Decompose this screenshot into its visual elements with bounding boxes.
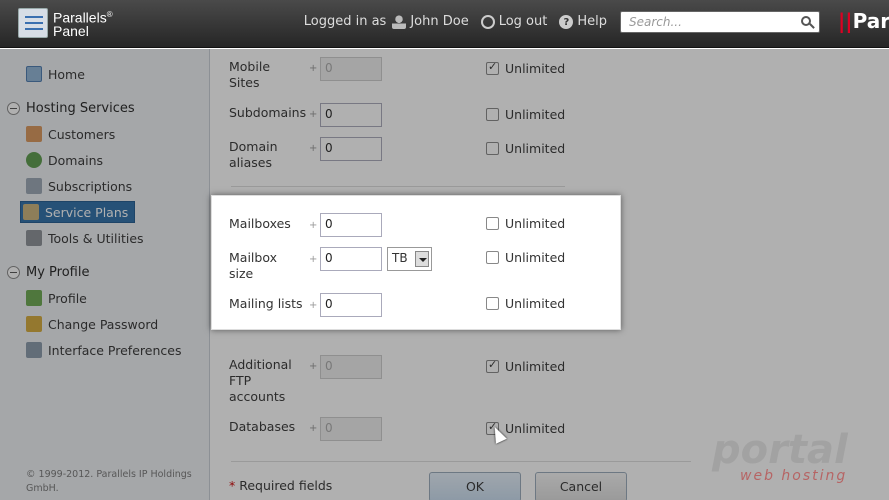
ftp-accounts-label: Additional FTP accounts (229, 357, 292, 404)
databases-label: Databases (229, 419, 296, 434)
mailbox-size-unlimited-checkbox[interactable] (486, 251, 499, 264)
unlimited-label: Unlimited (505, 359, 566, 374)
mailbox-size-unit-select[interactable]: TB (387, 247, 432, 271)
mailbox-size-input[interactable]: 0 (320, 247, 382, 271)
mailbox-size-label: Mailbox size (229, 250, 277, 281)
parallels-brand-right: ||Par (838, 9, 889, 33)
logo-icon (18, 8, 48, 38)
mailboxes-unlimited-checkbox[interactable] (486, 217, 499, 230)
domain-aliases-unlimited-checkbox[interactable] (486, 142, 499, 155)
logout-link[interactable]: Log out (499, 14, 548, 29)
sidebar-item-domains[interactable]: Domains (26, 152, 103, 168)
subdomains-unlimited-checkbox[interactable] (486, 108, 499, 121)
ftp-accounts-input[interactable]: 0 (320, 355, 382, 379)
preferences-icon (26, 342, 42, 358)
help-link[interactable]: Help (577, 14, 607, 29)
unlimited-label: Unlimited (505, 107, 566, 122)
ftp-unlimited-checkbox[interactable] (486, 358, 499, 373)
logged-in-label: Logged in as (303, 14, 387, 29)
unlimited-label: Unlimited (505, 296, 566, 311)
plus-sign: + (309, 423, 318, 434)
highlighted-mail-section: Mailboxes + 0 Unlimited Mailbox size + 0 … (211, 195, 621, 330)
plus-sign: + (309, 300, 318, 311)
sidebar-item-home[interactable]: Home (26, 66, 85, 82)
key-icon (26, 316, 42, 332)
unlimited-label: Unlimited (505, 250, 566, 265)
user-name-link[interactable]: John Doe (410, 14, 468, 29)
customers-icon (26, 126, 42, 142)
collapse-icon[interactable] (7, 102, 20, 115)
sidebar-item-tools[interactable]: Tools & Utilities (26, 230, 144, 246)
domain-aliases-label: Domain aliases (229, 139, 278, 170)
search-input[interactable]: Search... (620, 11, 820, 33)
collapse-icon[interactable] (7, 266, 20, 279)
parallels-logo[interactable]: Parallels® Panel (18, 8, 113, 38)
logo-text: Parallels® Panel (53, 9, 113, 39)
unlimited-label: Unlimited (505, 141, 566, 156)
plus-sign: + (309, 63, 318, 74)
portal-watermark: portal web hosting (712, 427, 848, 484)
mobile-sites-input[interactable]: 0 (320, 57, 382, 81)
chevron-down-icon[interactable] (415, 251, 429, 267)
plus-sign: + (309, 109, 318, 120)
sidebar-item-subscriptions[interactable]: Subscriptions (26, 178, 132, 194)
plus-sign: + (309, 361, 318, 372)
search-icon[interactable] (801, 16, 811, 26)
divider (231, 461, 691, 462)
profile-icon (26, 290, 42, 306)
databases-input[interactable]: 0 (320, 417, 382, 441)
mailing-lists-input[interactable]: 0 (320, 293, 382, 317)
domains-icon (26, 152, 42, 168)
unlimited-label: Unlimited (505, 421, 566, 436)
required-fields-note: * Required fields (229, 478, 333, 493)
mailboxes-input[interactable]: 0 (320, 213, 382, 237)
subdomains-input[interactable]: 0 (320, 103, 382, 127)
user-bar: Logged in as John Doe Log out ? Help (304, 14, 607, 29)
domain-aliases-input[interactable]: 0 (320, 137, 382, 161)
mobile-sites-label: Mobile Sites (229, 59, 271, 90)
power-icon[interactable] (480, 14, 495, 29)
sidebar-item-profile[interactable]: Profile (26, 290, 87, 306)
subscriptions-icon (26, 178, 42, 194)
mailing-lists-label: Mailing lists (229, 296, 303, 311)
ok-button[interactable]: OK (429, 472, 521, 500)
mailboxes-label: Mailboxes (229, 216, 291, 231)
user-icon (392, 14, 407, 29)
plus-sign: + (309, 143, 318, 154)
tools-icon (26, 230, 42, 246)
section-my-profile[interactable]: My Profile (7, 265, 89, 280)
unlimited-label: Unlimited (505, 216, 566, 231)
plus-sign: + (309, 254, 318, 265)
sidebar-item-customers[interactable]: Customers (26, 126, 115, 142)
copyright-text: © 1999-2012. Parallels IP Holdings GmbH. (26, 469, 192, 494)
divider (231, 186, 565, 187)
sidebar-item-service-plans[interactable]: Service Plans (20, 201, 136, 223)
sidebar-item-interface-preferences[interactable]: Interface Preferences (26, 342, 181, 358)
top-bar: Parallels® Panel Logged in as John Doe L… (0, 0, 889, 48)
mobile-sites-unlimited-checkbox[interactable] (486, 60, 499, 75)
sidebar: Home Hosting Services Customers Domains … (0, 49, 210, 500)
cancel-button[interactable]: Cancel (535, 472, 627, 500)
mailing-lists-unlimited-checkbox[interactable] (486, 297, 499, 310)
plus-sign: + (309, 220, 318, 231)
help-icon[interactable]: ? (559, 14, 574, 29)
sidebar-item-change-password[interactable]: Change Password (26, 316, 158, 332)
unlimited-label: Unlimited (505, 61, 566, 76)
service-plans-icon (23, 204, 39, 220)
section-hosting-services[interactable]: Hosting Services (7, 101, 135, 116)
home-icon (26, 66, 42, 82)
subdomains-label: Subdomains (229, 105, 307, 120)
